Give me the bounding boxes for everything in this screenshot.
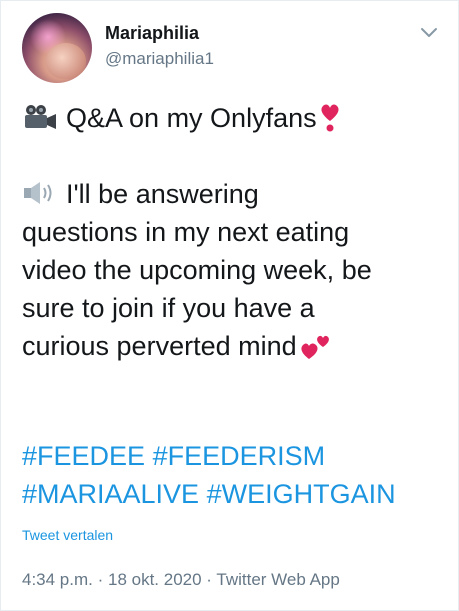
meta-separator: · [201,570,217,589]
tweet-card: Mariaphilia @mariaphilia1 Q&A on my Only… [0,0,459,611]
movie-camera-icon [25,105,56,129]
red-heart-icon [321,104,339,132]
avatar-image [46,43,86,79]
speaker-icon [24,182,52,204]
user-display-name[interactable]: Mariaphilia [105,23,199,44]
tweet-line: sure to join if you have a [22,293,315,323]
tweet-line: Q&A on my Onlyfans [22,99,442,137]
chevron-down-icon[interactable] [417,21,441,45]
tweet-line: I'll be answering [22,175,442,213]
hashtag-row: #MARIAALIVE #WEIGHTGAIN [22,475,396,513]
hashtag-link[interactable]: #FEEDERISM [153,441,326,471]
meta-separator: · [92,570,108,589]
hashtag-row: #FEEDEE #FEEDERISM [22,437,396,475]
hashtag-list: #FEEDEE #FEEDERISM #MARIAALIVE #WEIGHTGA… [22,437,396,513]
tweet-line: curious perverted mind [22,327,442,365]
tweet-date[interactable]: 18 okt. 2020 [108,570,202,589]
tweet-line-text: Q&A on my Onlyfans [66,103,317,133]
two-hearts-icon [301,335,329,359]
tweet-text: Q&A on my Onlyfans I'll be answering que… [22,99,442,365]
tweet-line: video the upcoming week, be [22,255,372,285]
tweet-metadata: 4:34 p.m. · 18 okt. 2020 · Twitter Web A… [22,570,340,590]
hashtag-link[interactable]: #MARIAALIVE [22,479,199,509]
hashtag-link[interactable]: #FEEDEE [22,441,145,471]
tweet-line: questions in my next eating [22,217,350,247]
tweet-line-text: I'll be answering [66,179,259,209]
translate-tweet-link[interactable]: Tweet vertalen [22,527,113,543]
tweet-source[interactable]: Twitter Web App [216,570,339,589]
hashtag-link[interactable]: #WEIGHTGAIN [207,479,396,509]
tweet-line-text: curious perverted mind [22,331,297,361]
avatar[interactable] [22,13,92,83]
tweet-time[interactable]: 4:34 p.m. [22,570,93,589]
user-handle[interactable]: @mariaphilia1 [105,49,214,69]
